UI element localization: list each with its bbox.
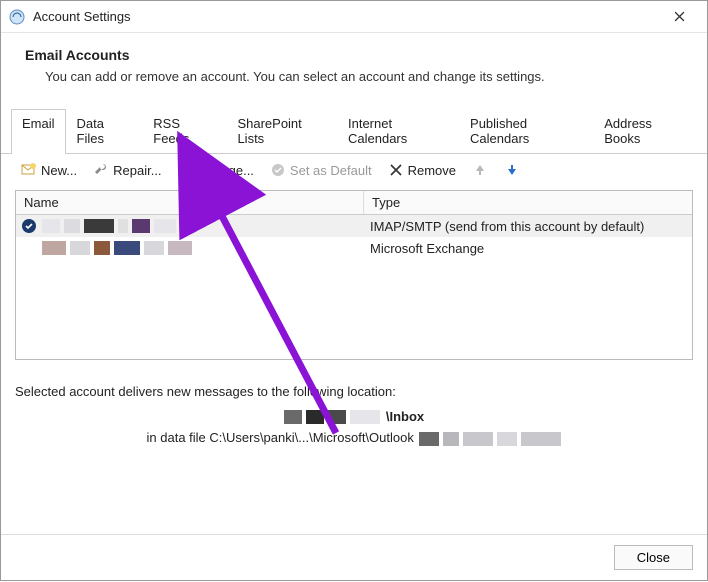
account-settings-dialog: Account Settings Email Accounts You can … — [0, 0, 708, 581]
account-type: Microsoft Exchange — [364, 241, 692, 256]
header-block: Email Accounts You can add or remove an … — [1, 33, 707, 102]
default-check-icon — [22, 219, 36, 233]
account-row[interactable]: Microsoft Exchange — [16, 237, 692, 259]
column-type[interactable]: Type — [364, 191, 692, 214]
close-button[interactable]: Close — [614, 545, 693, 570]
set-default-button-label: Set as Default — [290, 163, 372, 178]
change-button[interactable]: Change... — [172, 160, 260, 180]
list-header: Name Type — [16, 191, 692, 215]
tab-published-calendars[interactable]: Published Calendars — [459, 109, 593, 154]
title-bar: Account Settings — [1, 1, 707, 33]
header-heading: Email Accounts — [25, 47, 683, 63]
arrow-up-icon — [472, 162, 488, 178]
new-button-label: New... — [41, 163, 77, 178]
move-up-button — [466, 160, 494, 180]
account-row[interactable]: IMAP/SMTP (send from this account by def… — [16, 215, 692, 237]
change-button-label: Change... — [198, 163, 254, 178]
move-down-button[interactable] — [498, 160, 526, 180]
tab-data-files[interactable]: Data Files — [66, 109, 143, 154]
change-icon — [178, 162, 194, 178]
remove-x-icon — [388, 162, 404, 178]
tab-address-books[interactable]: Address Books — [593, 109, 697, 154]
accounts-list: Name Type IMAP/SMTP (send from this acco… — [15, 190, 693, 360]
new-mail-icon — [21, 162, 37, 178]
tab-strip: Email Data Files RSS Feeds SharePoint Li… — [1, 108, 707, 154]
dialog-footer: Close — [1, 534, 707, 580]
redacted-name — [42, 241, 192, 255]
repair-button-label: Repair... — [113, 163, 161, 178]
tab-email[interactable]: Email — [11, 109, 66, 154]
tab-rss-feeds[interactable]: RSS Feeds — [142, 109, 226, 154]
account-type: IMAP/SMTP (send from this account by def… — [364, 219, 692, 234]
close-window-button[interactable] — [659, 3, 699, 31]
delivery-folder: \Inbox — [386, 409, 424, 424]
delivery-intro: Selected account delivers new messages t… — [15, 384, 693, 399]
remove-button[interactable]: Remove — [382, 160, 462, 180]
delivery-path-prefix: in data file C:\Users\panki\...\Microsof… — [147, 430, 414, 445]
app-icon — [9, 9, 25, 25]
check-circle-icon — [270, 162, 286, 178]
redacted-filename — [419, 432, 561, 446]
window-title: Account Settings — [33, 9, 659, 24]
remove-button-label: Remove — [408, 163, 456, 178]
tab-internet-calendars[interactable]: Internet Calendars — [337, 109, 459, 154]
wrench-icon — [93, 162, 109, 178]
delivery-location: Selected account delivers new messages t… — [1, 360, 707, 456]
set-default-button: Set as Default — [264, 160, 378, 180]
header-description: You can add or remove an account. You ca… — [45, 69, 683, 84]
redacted-name — [42, 219, 176, 233]
redacted-account — [284, 410, 380, 424]
column-name[interactable]: Name — [16, 191, 364, 214]
new-button[interactable]: New... — [15, 160, 83, 180]
arrow-down-icon — [504, 162, 520, 178]
toolbar: New... Repair... Change... Set as Defaul… — [1, 154, 707, 190]
tab-sharepoint-lists[interactable]: SharePoint Lists — [226, 109, 337, 154]
repair-button[interactable]: Repair... — [87, 160, 167, 180]
